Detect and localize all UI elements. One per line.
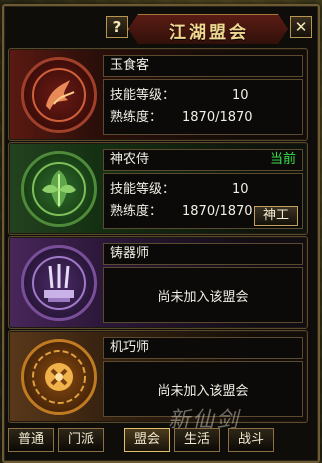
proficiency-value: 1870/1870 xyxy=(182,110,253,125)
forge-emblem-icon xyxy=(21,245,97,321)
proficiency-row: 熟练度： 1870/1870 xyxy=(110,202,253,222)
guild-name: 机巧师 xyxy=(103,337,303,359)
tab-menpai[interactable]: 门派 xyxy=(58,428,104,452)
tab-putong[interactable]: 普通 xyxy=(8,428,54,452)
skill-level-label: 技能等级： xyxy=(110,182,176,197)
guild-info: 技能等级： 10 熟练度： 1870/1870 xyxy=(103,79,303,135)
proficiency-label: 熟练度： xyxy=(110,110,163,125)
guild-card-zhuqishi[interactable]: 铸器师 尚未加入该盟会 xyxy=(8,236,308,329)
guild-card-yushike[interactable]: 玉食客 技能等级： 10 熟练度： 1870/1870 xyxy=(8,48,308,141)
herb-emblem-icon xyxy=(21,151,97,227)
gear-emblem-icon xyxy=(21,339,97,415)
guild-name-text: 铸器师 xyxy=(110,246,150,261)
tab-shenghuo[interactable]: 生活 xyxy=(174,428,220,452)
skill-level-row: 技能等级： 10 xyxy=(110,180,249,200)
skill-level-value: 10 xyxy=(232,182,249,197)
guild-name: 铸器师 xyxy=(103,243,303,265)
guild-info: 技能等级： 10 熟练度： 1870/1870 神工 xyxy=(103,173,303,229)
skill-level-value: 10 xyxy=(232,88,249,103)
guild-card-shennongshi[interactable]: 神农侍 当前 技能等级： 10 熟练度： 1870/1870 神工 xyxy=(8,142,308,235)
close-button[interactable]: ✕ xyxy=(290,16,312,38)
skill-level-label: 技能等级： xyxy=(110,88,176,103)
guild-name: 神农侍 当前 xyxy=(103,149,303,171)
window-title: 江湖盟会 xyxy=(128,14,288,44)
guild-name-text: 神农侍 xyxy=(110,152,150,167)
shengong-button[interactable]: 神工 xyxy=(254,206,298,226)
guild-name-text: 机巧师 xyxy=(110,340,150,355)
current-badge: 当前 xyxy=(269,152,296,167)
proficiency-row: 熟练度： 1870/1870 xyxy=(110,108,253,128)
proficiency-label: 熟练度： xyxy=(110,204,163,219)
skill-level-row: 技能等级： 10 xyxy=(110,86,249,106)
title-bar: ? 江湖盟会 ✕ xyxy=(2,14,316,48)
guild-name: 玉食客 xyxy=(103,55,303,77)
tab-bar: 普通 门派 盟会 生活 战斗 xyxy=(8,428,308,454)
tab-zhandou[interactable]: 战斗 xyxy=(228,428,274,452)
guild-name-text: 玉食客 xyxy=(110,58,150,73)
not-joined-text: 尚未加入该盟会 xyxy=(157,289,249,305)
proficiency-value: 1870/1870 xyxy=(182,204,253,219)
phoenix-emblem-icon xyxy=(21,57,97,133)
guild-info: 尚未加入该盟会 xyxy=(103,267,303,323)
guild-card-jiqiaoshi[interactable]: 机巧师 尚未加入该盟会 xyxy=(8,330,308,423)
help-button[interactable]: ? xyxy=(106,16,128,38)
tab-menghui[interactable]: 盟会 xyxy=(124,428,170,452)
